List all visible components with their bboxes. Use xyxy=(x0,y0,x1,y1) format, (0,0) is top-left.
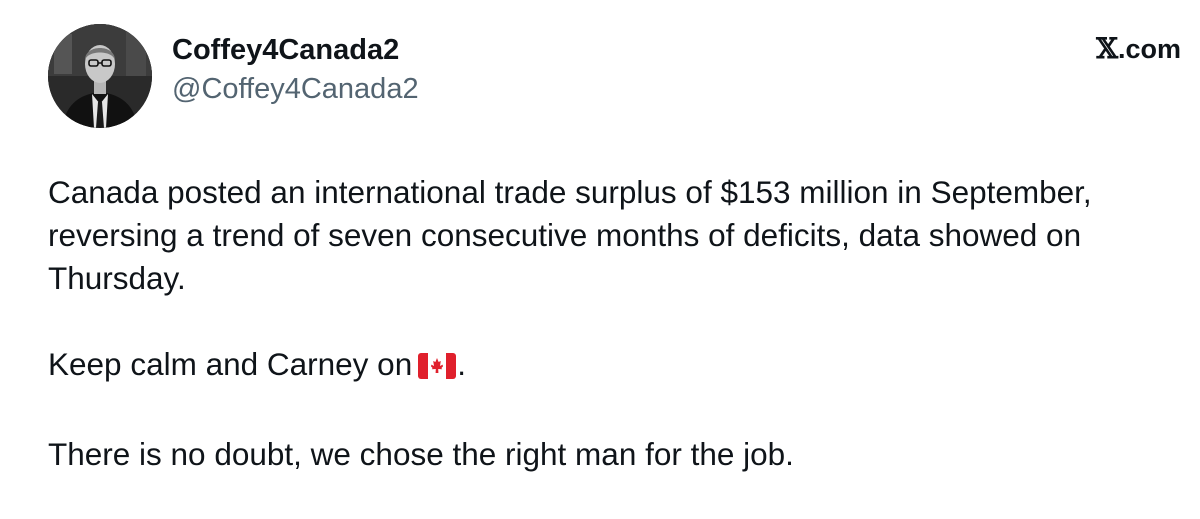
site-label[interactable]: 𝕏.com xyxy=(1096,32,1181,66)
tweet-paragraph: Keep calm and Carney on. xyxy=(48,343,1178,390)
avatar[interactable] xyxy=(48,24,152,128)
profile-photo-icon xyxy=(48,24,152,128)
author-handle[interactable]: @Coffey4Canada2 xyxy=(172,72,419,106)
tweet-paragraph: Canada posted an international trade sur… xyxy=(48,174,1092,296)
tweet-line-end: . xyxy=(457,346,466,382)
tweet-text: Canada posted an international trade sur… xyxy=(48,171,1178,476)
tweet-paragraph: There is no doubt, we chose the right ma… xyxy=(48,436,794,472)
tweet-card: Coffey4Canada2 @Coffey4Canada2 𝕏.com Can… xyxy=(0,0,1200,519)
tweet-line-text: Keep calm and Carney on xyxy=(48,346,413,382)
author-display-name[interactable]: Coffey4Canada2 xyxy=(172,33,399,67)
site-domain: .com xyxy=(1117,34,1181,64)
x-logo-icon: 𝕏 xyxy=(1096,32,1118,65)
canada-flag-icon xyxy=(418,347,457,390)
